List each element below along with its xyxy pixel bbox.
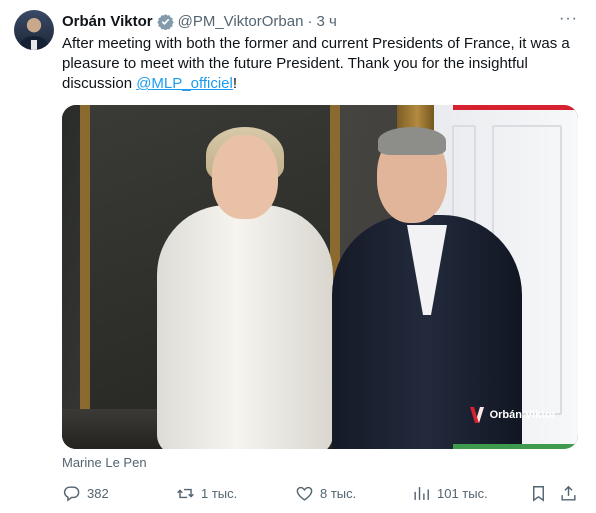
author-name[interactable]: Orbán Viktor xyxy=(62,13,153,30)
avatar-shirt xyxy=(31,40,37,50)
accent-bar-red xyxy=(453,105,578,110)
reply-button[interactable]: 382 xyxy=(62,482,109,504)
tweet-text: After meeting with both the former and c… xyxy=(62,34,582,94)
reply-icon xyxy=(63,485,80,502)
author-handle[interactable]: @PM_ViktorOrban xyxy=(178,13,304,30)
views-count: 101 тыс. xyxy=(437,485,488,501)
woman-jacket xyxy=(157,205,333,449)
separator-dot: · xyxy=(307,12,313,30)
mention-link[interactable]: @MLP_officiel xyxy=(136,75,233,92)
man-hair xyxy=(378,127,446,155)
like-count: 8 тыс. xyxy=(320,485,357,501)
accent-bar-green xyxy=(453,444,578,449)
bookmark-button[interactable] xyxy=(529,482,548,504)
woman-face xyxy=(212,135,278,219)
tweet-text-end: ! xyxy=(232,75,238,92)
tweet-photo[interactable]: Orbán Viktor xyxy=(62,105,578,449)
views-button[interactable]: 101 тыс. xyxy=(412,482,488,504)
heart-icon xyxy=(296,486,313,501)
repost-button[interactable]: 1 тыс. xyxy=(176,482,237,504)
photo-caption: Marine Le Pen xyxy=(62,455,147,470)
tweet-header: Orbán Viktor @PM_ViktorOrban · 3 ч xyxy=(62,11,337,31)
photo-watermark: Orbán Viktor xyxy=(469,407,556,423)
like-button[interactable]: 8 тыс. xyxy=(295,482,356,504)
watermark-text: Orbán Viktor xyxy=(489,409,556,421)
bookmark-icon xyxy=(533,485,544,502)
share-button[interactable] xyxy=(559,482,578,504)
share-icon xyxy=(561,485,576,501)
watermark-logo-icon xyxy=(469,407,484,423)
verified-badge-icon xyxy=(156,13,174,30)
author-avatar[interactable] xyxy=(14,10,54,50)
repost-count: 1 тыс. xyxy=(201,485,238,501)
tweet-timestamp[interactable]: 3 ч xyxy=(316,13,336,30)
repost-icon xyxy=(177,488,194,498)
tweet-actions: 382 1 тыс. 8 тыс. 101 тыс. xyxy=(62,482,582,504)
more-options-button[interactable]: ··· xyxy=(559,10,578,28)
reply-count: 382 xyxy=(87,485,109,501)
analytics-icon xyxy=(414,486,429,500)
